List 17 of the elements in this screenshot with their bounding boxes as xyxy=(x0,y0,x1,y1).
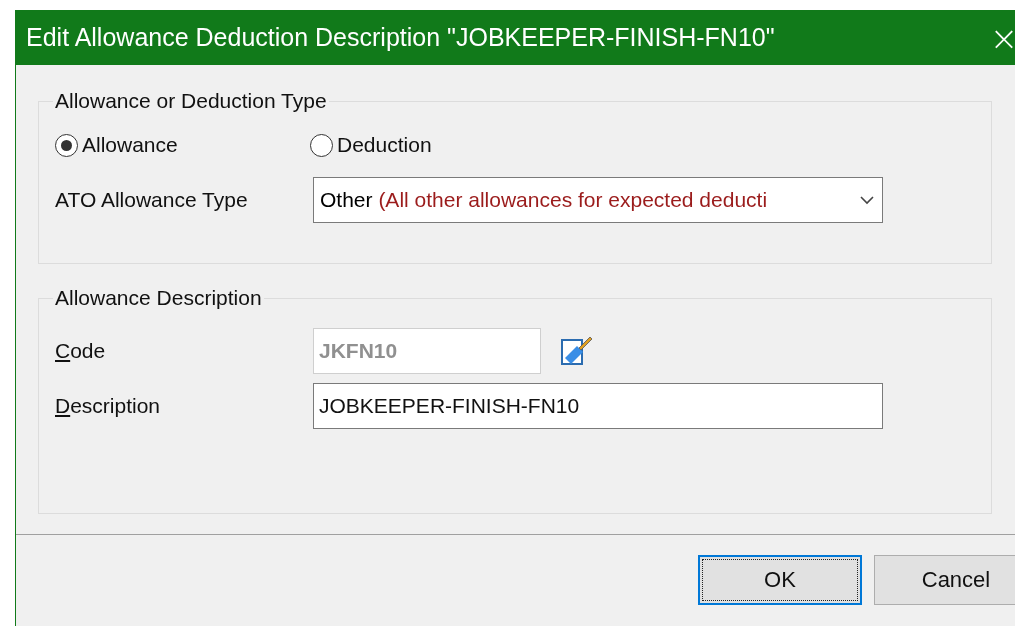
field-label: Code xyxy=(55,339,107,363)
radio-circle-icon[interactable] xyxy=(310,133,333,157)
notepad-pencil-icon[interactable] xyxy=(559,334,593,368)
chevron-down-icon xyxy=(860,195,874,205)
field-label: Description xyxy=(55,394,162,418)
ato-type-dropdown[interactable]: Other (All other allowances for expected deducti xyxy=(313,177,883,223)
group-title: Allowance or Deduction Type xyxy=(54,89,328,113)
window-title: Edit Allowance Deduction Description "JOBKEEPER-FINISH-FN10" xyxy=(26,23,776,52)
description-field[interactable]: JOBKEEPER-FINISH-FN10 xyxy=(313,383,883,429)
radio-option[interactable]: Allowance xyxy=(55,133,310,157)
radio-circle-icon[interactable] xyxy=(55,133,78,157)
close-button[interactable]: × xyxy=(984,15,1015,60)
group-title: Allowance Description xyxy=(54,286,263,310)
ok-button[interactable]: OK xyxy=(698,555,862,605)
radio-option[interactable]: Deduction xyxy=(310,133,565,157)
field-label: ATO Allowance Type xyxy=(55,188,249,212)
cancel-button[interactable]: Cancel xyxy=(874,555,1015,605)
